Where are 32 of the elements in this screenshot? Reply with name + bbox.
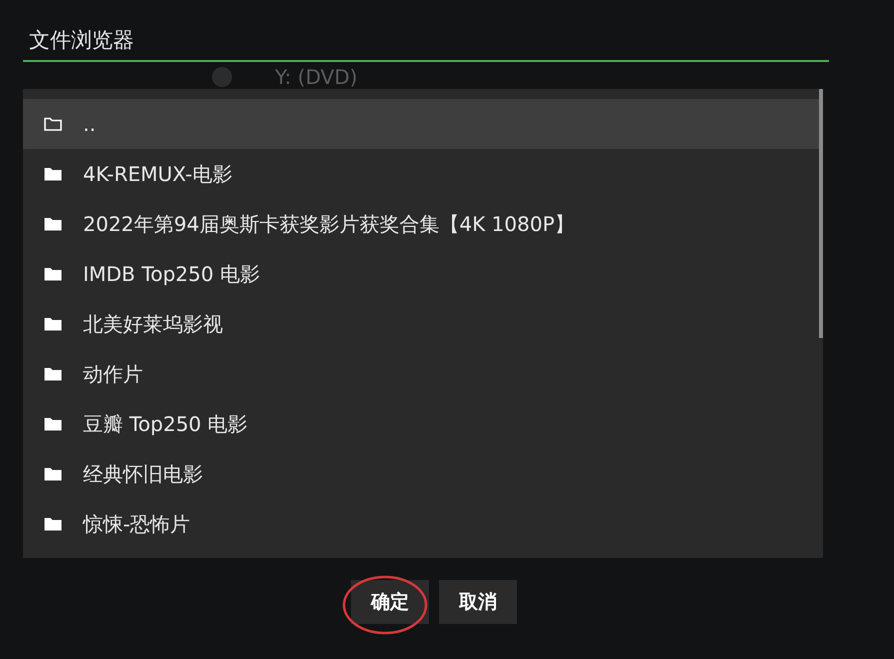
folder-name: IMDB Top250 电影	[83, 260, 260, 288]
folder-name: 4K-REMUX-电影	[83, 160, 232, 188]
folder-name: ..	[83, 112, 96, 136]
folder-item[interactable]: 动作片	[23, 349, 819, 399]
folder-icon	[44, 517, 62, 531]
folder-icon	[44, 467, 62, 481]
folder-item[interactable]: 豆瓣 Top250 电影	[23, 399, 819, 449]
folder-outline-icon	[44, 117, 62, 131]
folder-item[interactable]: 2022年第94届奥斯卡获奖影片获奖合集【4K 1080P】	[23, 199, 819, 249]
drive-label: Y: (DVD)	[275, 65, 358, 89]
folder-icon	[44, 267, 62, 281]
folder-name: 北美好莱坞影视	[83, 310, 223, 338]
folder-icon	[44, 217, 62, 231]
folder-name: 经典怀旧电影	[83, 460, 203, 488]
folder-name: 豆瓣 Top250 电影	[83, 410, 248, 438]
folder-icon	[44, 367, 62, 381]
dialog-button[interactable]: 确定	[351, 580, 429, 624]
folder-item[interactable]: 北美好莱坞影视	[23, 299, 819, 349]
folder-name: 惊悚-恐怖片	[83, 510, 190, 538]
folder-name: 2022年第94届奥斯卡获奖影片获奖合集【4K 1080P】	[83, 210, 575, 238]
dialog-button[interactable]: 取消	[439, 580, 517, 624]
dialog-title: 文件浏览器	[23, 24, 829, 62]
folder-item[interactable]: 经典怀旧电影	[23, 449, 819, 499]
folder-icon	[44, 317, 62, 331]
folder-item[interactable]: ..	[23, 99, 819, 149]
folder-item[interactable]: 4K-REMUX-电影	[23, 149, 819, 199]
disc-icon	[211, 66, 233, 88]
folder-item[interactable]: 惊悚-恐怖片	[23, 499, 819, 549]
folder-item[interactable]: IMDB Top250 电影	[23, 249, 819, 299]
folder-icon	[44, 167, 62, 181]
folder-name: 动作片	[83, 360, 143, 388]
folder-icon	[44, 417, 62, 431]
